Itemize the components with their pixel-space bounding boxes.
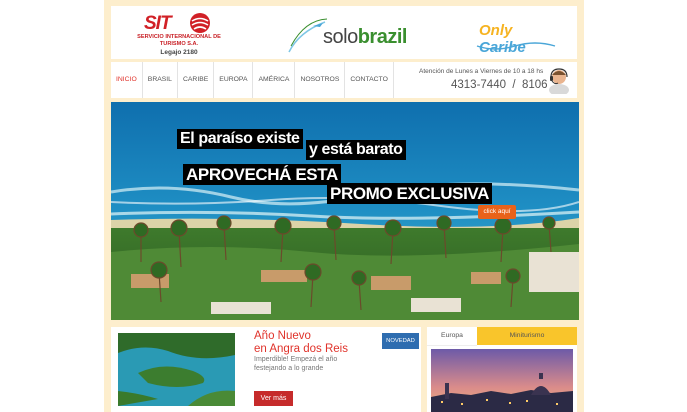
solobrazil-logo[interactable]: solobrazil — [285, 16, 413, 56]
nav-item-contacto[interactable]: CONTACTO — [345, 62, 394, 98]
nav-item-caribe[interactable]: CARIBE — [178, 62, 215, 98]
onlycaribe-logo[interactable]: Only Caribe — [475, 16, 559, 56]
sit-logo-word: SIT — [144, 13, 172, 34]
sit-legajo: Legajo 2180 — [160, 49, 198, 56]
onlycaribe-only: Only — [479, 22, 513, 39]
solobrazil-wordmark: solobrazil — [323, 26, 407, 49]
solobrazil-solo: solo — [323, 26, 358, 48]
hero-promo-1: APROVECHÁ ESTA — [183, 164, 341, 185]
offer-title-line1: Año Nuevo — [254, 330, 311, 342]
florence-image[interactable] — [431, 349, 573, 412]
sit-logo[interactable]: SIT SERVICIO INTERNACIONAL DE TURISMO S.… — [133, 12, 223, 60]
sit-company-name: SERVICIO INTERNACIONAL DE TURISMO S.A. — [137, 34, 221, 47]
tab-miniturismo[interactable]: Miniturismo — [477, 327, 577, 345]
offer-title: Año Nuevo en Angra dos Reis — [254, 330, 348, 356]
hero-headline-1: El paraíso existe — [177, 129, 303, 149]
angra-dos-reis-image[interactable] — [118, 333, 235, 406]
hero-banner[interactable]: El paraíso existe y está barato APROVECH… — [111, 102, 579, 320]
click-here-button[interactable]: click aquí — [478, 205, 516, 219]
main-nav: INICIO BRASIL CARIBE EUROPA AMÉRICA NOSO… — [111, 62, 577, 98]
nav-item-europa[interactable]: EUROPA — [214, 62, 254, 98]
phone-number[interactable]: 4313-7440 / 8106 — [451, 79, 548, 91]
featured-offer-card: Año Nuevo en Angra dos Reis Imperdible! … — [111, 327, 421, 412]
nav-menu: INICIO BRASIL CARIBE EUROPA AMÉRICA NOSO… — [111, 62, 394, 98]
wave-icon — [476, 42, 556, 50]
sit-globe-icon — [190, 13, 210, 33]
destinations-box: Europa Miniturismo — [427, 327, 577, 412]
header: SIT SERVICIO INTERNACIONAL DE TURISMO S.… — [111, 6, 577, 59]
hero-headline-2: y está barato — [306, 140, 406, 160]
novedad-badge: NOVEDAD — [382, 333, 419, 349]
nav-item-nosotros[interactable]: NOSOTROS — [295, 62, 346, 98]
tab-europa[interactable]: Europa — [427, 327, 477, 346]
ver-mas-button[interactable]: Ver más — [254, 391, 293, 406]
office-hours: Atención de Lunes a Viernes de 10 a 18 h… — [419, 68, 544, 75]
offer-description: Imperdible! Empezá el año festejando a l… — [254, 356, 338, 372]
solobrazil-brazil: brazil — [357, 26, 408, 48]
hero-promo-2: PROMO EXCLUSIVA — [327, 183, 492, 204]
support-agent-avatar — [549, 68, 569, 94]
nav-item-inicio[interactable]: INICIO — [111, 62, 143, 98]
nav-item-brasil[interactable]: BRASIL — [143, 62, 178, 98]
nav-item-america[interactable]: AMÉRICA — [253, 62, 296, 98]
